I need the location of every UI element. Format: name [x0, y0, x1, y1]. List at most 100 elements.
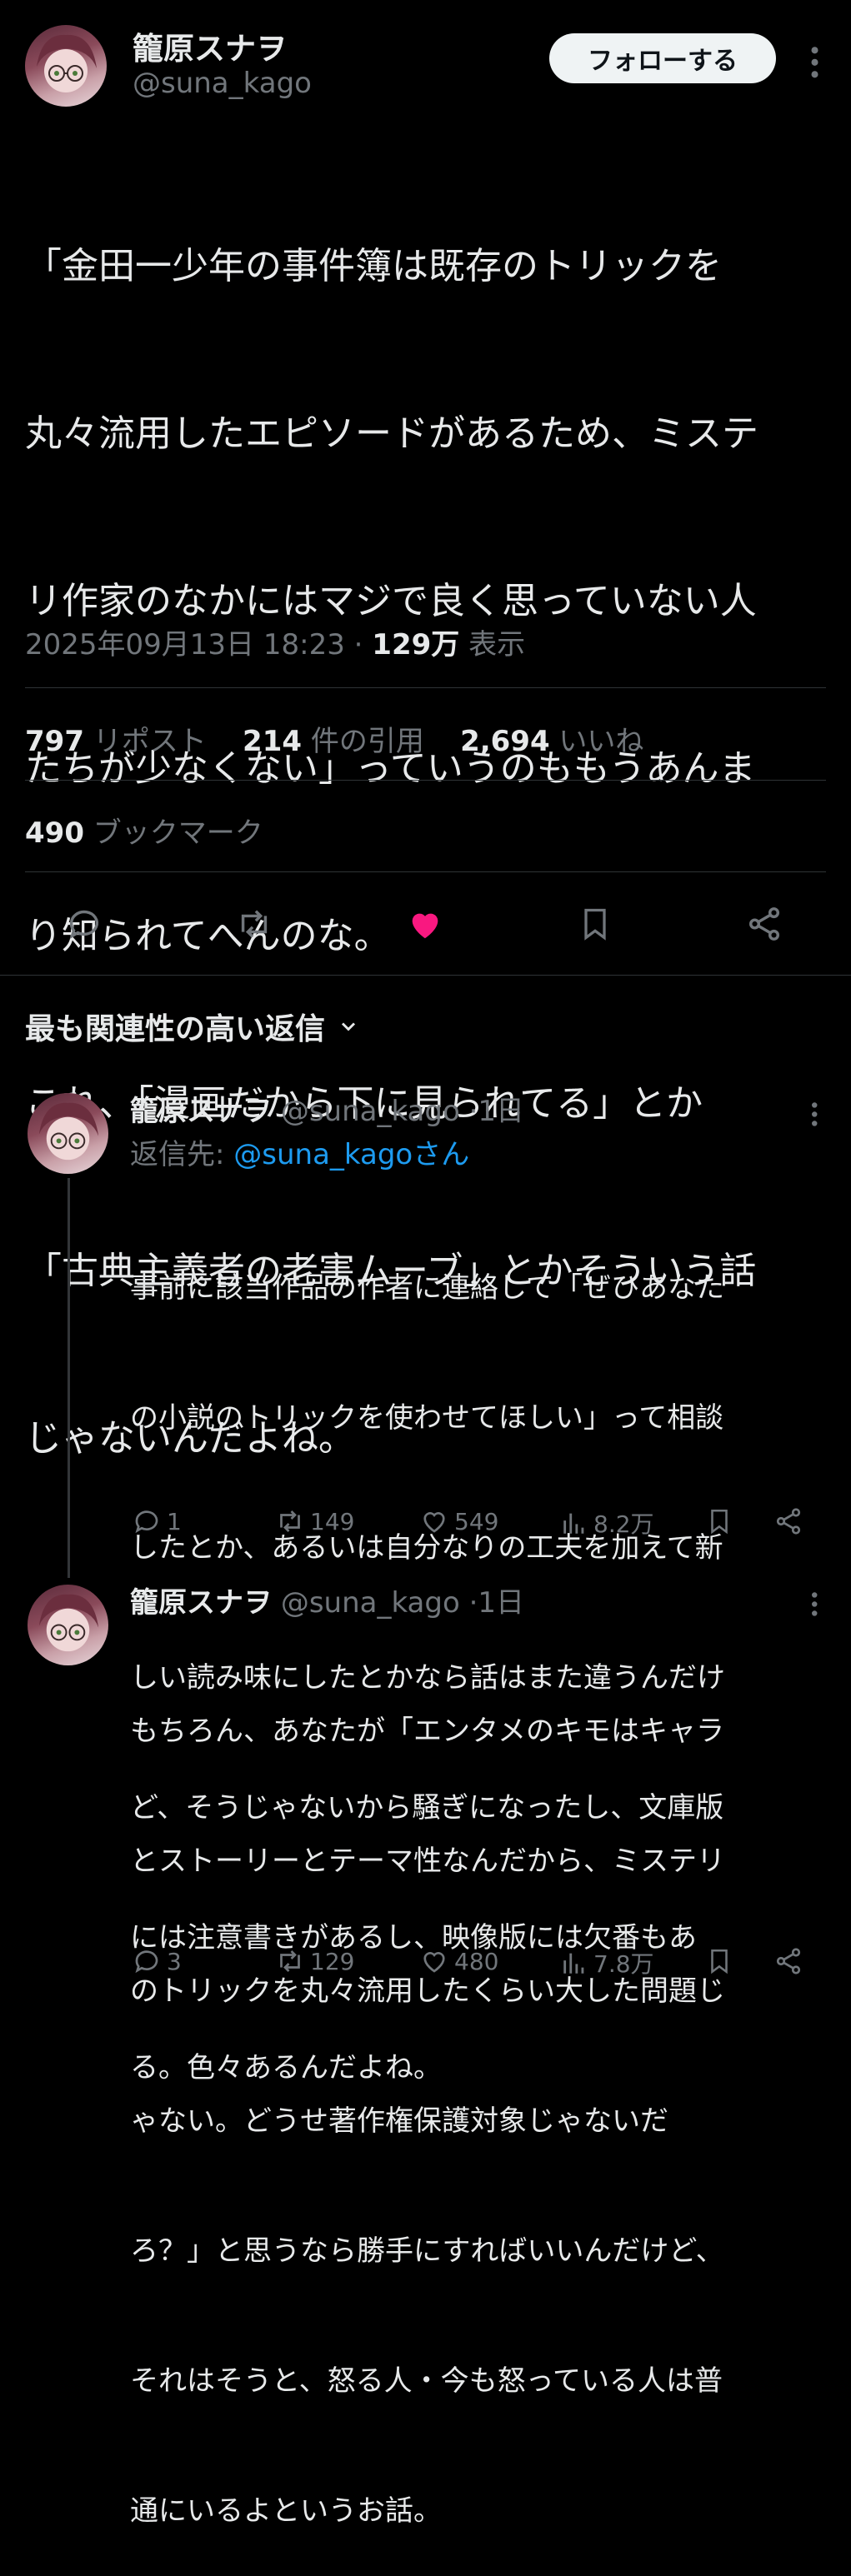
author-avatar[interactable] — [25, 25, 107, 107]
reply-bookmark-button[interactable] — [705, 1506, 733, 1536]
bookmarks-label: ブックマーク — [93, 816, 263, 850]
heart-icon — [423, 1952, 445, 1973]
quotes-label: 件の引用 — [310, 725, 424, 758]
reply-author-handle[interactable]: @suna_kago — [281, 1586, 460, 1620]
reposts-count: 797 — [25, 725, 84, 758]
replies-sort-selector[interactable]: 最も関連性の高い返信 — [25, 1005, 360, 1048]
reply-icon — [135, 1510, 158, 1534]
reply-reply-button[interactable]: 3 — [132, 1946, 182, 1976]
reply-time[interactable]: 1日 — [478, 1095, 524, 1128]
reply-text-line: 通にいるよというお話。 — [130, 2494, 442, 2528]
quotes-stat[interactable]: 214 件の引用 — [243, 725, 424, 758]
reply-text-line: それはそうと、怒る人・今も怒っている人は普 — [130, 2364, 723, 2398]
analytics-icon — [563, 1513, 584, 1534]
analytics-icon — [563, 1953, 584, 1974]
reply-header: 籠原スナヲ @suna_kago ·1日 — [130, 1580, 524, 1620]
repost-icon — [241, 910, 268, 938]
reply-views-button[interactable]: 8.2万 — [560, 1506, 654, 1540]
reply-author-name[interactable]: 籠原スナヲ — [130, 1586, 272, 1620]
meta-separator: · — [353, 628, 373, 661]
more-options-icon[interactable]: ••• — [803, 1590, 823, 1617]
views-count: 8.2万 — [593, 1510, 654, 1538]
engagement-stats: 797 リポスト 214 件の引用 2,694 いいね — [25, 718, 643, 759]
reply-text-line: 事前に該当作品の作者に連絡して「ぜひあなた — [130, 1271, 724, 1305]
replies-sort-label: 最も関連性の高い返信 — [25, 1012, 326, 1046]
reply-author-handle[interactable]: @suna_kago — [281, 1095, 460, 1128]
reply-avatar[interactable] — [28, 1585, 108, 1665]
reply-reply-button[interactable]: 1 — [132, 1506, 182, 1536]
repost-count: 149 — [310, 1507, 355, 1535]
bookmark-icon — [711, 1949, 728, 1974]
reply-text-line: ろ？」と思うなら勝手にすればいいんだけど、 — [130, 2234, 724, 2268]
reply-like-button[interactable]: 549 — [419, 1506, 498, 1536]
tweet-text-line: 丸々流用したエピソードがあるため、ミステ — [25, 412, 758, 455]
reposts-stat[interactable]: 797 リポスト — [25, 725, 207, 758]
reply-repost-button[interactable]: 149 — [275, 1506, 354, 1536]
meta-separator: · — [468, 1586, 478, 1620]
more-options-icon[interactable]: ••• — [800, 43, 828, 80]
reposts-label: リポスト — [93, 725, 207, 758]
reply-share-button[interactable] — [773, 1506, 803, 1536]
tweet-text-line: 「金田一少年の事件簿は既存のトリックを — [25, 245, 722, 287]
reply-count: 3 — [167, 1947, 182, 1975]
tweet-meta: 2025年09月13日 18:23 · 129万 表示 — [25, 622, 525, 662]
bookmarks-stat[interactable]: 490 ブックマーク — [25, 810, 263, 851]
views-count: 7.8万 — [593, 1950, 654, 1978]
author-handle[interactable]: @suna_kago — [133, 67, 312, 100]
divider — [25, 687, 826, 688]
reply-text-line: ゃない。どうせ著作権保護対象じゃないだ — [130, 2104, 668, 2138]
reply-icon — [135, 1950, 158, 1974]
replying-to: 返信先: @suna_kagoさん — [130, 1131, 469, 1172]
author-name[interactable]: 籠原スナヲ — [133, 23, 287, 68]
reply-count: 1 — [167, 1507, 182, 1535]
more-options-icon[interactable]: ••• — [803, 1100, 823, 1127]
follow-button[interactable]: フォローする — [549, 33, 776, 83]
views-label: 表示 — [468, 628, 526, 661]
share-button[interactable] — [745, 905, 783, 943]
meta-separator: · — [468, 1095, 478, 1128]
tweet-text-line: リ作家のなかにはマジで良く思っていない人 — [25, 580, 757, 622]
reply-views-button[interactable]: 7.8万 — [560, 1946, 654, 1979]
chevron-down-icon — [341, 1022, 356, 1031]
views-count: 129万 — [372, 628, 460, 661]
repost-count: 129 — [310, 1947, 355, 1975]
like-count: 480 — [454, 1947, 499, 1975]
reply-header: 籠原スナヲ @suna_kago ·1日 — [130, 1088, 524, 1129]
reply-author-name[interactable]: 籠原スナヲ — [130, 1095, 272, 1128]
repost-icon — [280, 1510, 300, 1532]
reply-share-button[interactable] — [773, 1946, 803, 1976]
reply-bookmark-button[interactable] — [705, 1946, 733, 1976]
tweet-text-line: り知られてへんのな。 — [25, 915, 391, 957]
like-button[interactable] — [405, 905, 445, 943]
reply-text: もちろん、あなたが「エンタメのキモはキャラ とストーリーとテーマ性なんだから、ミ… — [130, 1623, 725, 2576]
bookmark-icon — [584, 908, 606, 941]
divider — [0, 975, 851, 976]
divider — [25, 871, 826, 872]
reply-time[interactable]: 1日 — [478, 1586, 524, 1620]
bookmark-button[interactable] — [577, 905, 613, 943]
like-count: 549 — [454, 1507, 499, 1535]
likes-count: 2,694 — [460, 725, 550, 758]
bookmarks-count: 490 — [25, 816, 84, 850]
bookmark-icon — [711, 1509, 728, 1535]
reply-button[interactable] — [65, 905, 103, 943]
reply-avatar[interactable] — [28, 1093, 108, 1174]
repost-icon — [280, 1950, 300, 1972]
quotes-count: 214 — [243, 725, 303, 758]
share-icon — [776, 1948, 801, 1974]
replying-to-handle[interactable]: @suna_kagoさん — [233, 1138, 469, 1171]
share-icon — [748, 907, 780, 941]
replying-to-label: 返信先: — [130, 1138, 225, 1171]
reply-text-line: もちろん、あなたが「エンタメのキモはキャラ — [130, 1715, 724, 1748]
reply-text-line: とストーリーとテーマ性なんだから、ミステリ — [130, 1845, 725, 1878]
reply-text-line: の小説のトリックを使わせてほしい」って相談 — [130, 1401, 724, 1435]
heart-filled-icon — [412, 913, 438, 939]
likes-label: いいね — [558, 725, 644, 758]
thread-connector-line — [68, 1178, 70, 1578]
likes-stat[interactable]: 2,694 いいね — [460, 725, 643, 758]
share-icon — [776, 1508, 801, 1535]
reply-like-button[interactable]: 480 — [419, 1946, 498, 1976]
tweet-timestamp[interactable]: 2025年09月13日 18:23 — [25, 628, 345, 661]
repost-button[interactable] — [235, 905, 273, 943]
reply-repost-button[interactable]: 129 — [275, 1946, 354, 1976]
